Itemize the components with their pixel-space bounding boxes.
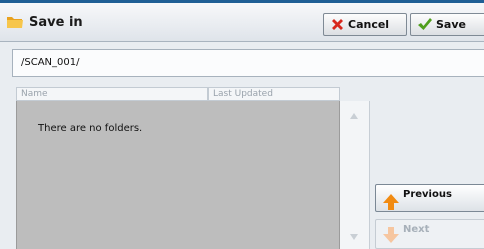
previous-button-label: Previous	[403, 189, 452, 200]
list-scrollbar	[340, 101, 370, 249]
checkmark-icon	[417, 17, 433, 36]
scroll-up-icon	[350, 113, 358, 119]
scroll-down-icon	[350, 234, 358, 240]
title-bar: Save in Cancel Save	[0, 3, 484, 42]
cancel-button-label: Cancel	[348, 18, 390, 31]
empty-folder-message: There are no folders.	[38, 123, 143, 134]
column-header-last-updated-label: Last Updated	[213, 89, 273, 99]
column-header-name: Name	[16, 87, 208, 101]
dialog-title: Save in	[29, 15, 83, 30]
cancel-button[interactable]: Cancel	[323, 13, 407, 36]
folder-icon	[6, 14, 24, 30]
folder-path-field: /SCAN_001/	[12, 49, 484, 77]
folder-list: There are no folders.	[16, 101, 340, 249]
arrow-down-icon	[382, 226, 400, 244]
save-button[interactable]: Save	[410, 13, 484, 36]
arrow-up-icon	[382, 193, 400, 211]
column-header-name-label: Name	[21, 89, 48, 99]
next-button-label: Next	[403, 224, 430, 235]
previous-button[interactable]: Previous	[375, 184, 484, 212]
next-button[interactable]: Next	[375, 219, 484, 249]
save-button-label: Save	[436, 18, 466, 31]
folder-path-text: /SCAN_001/	[21, 57, 80, 68]
x-icon	[330, 17, 345, 36]
column-header-last-updated: Last Updated	[208, 87, 340, 101]
